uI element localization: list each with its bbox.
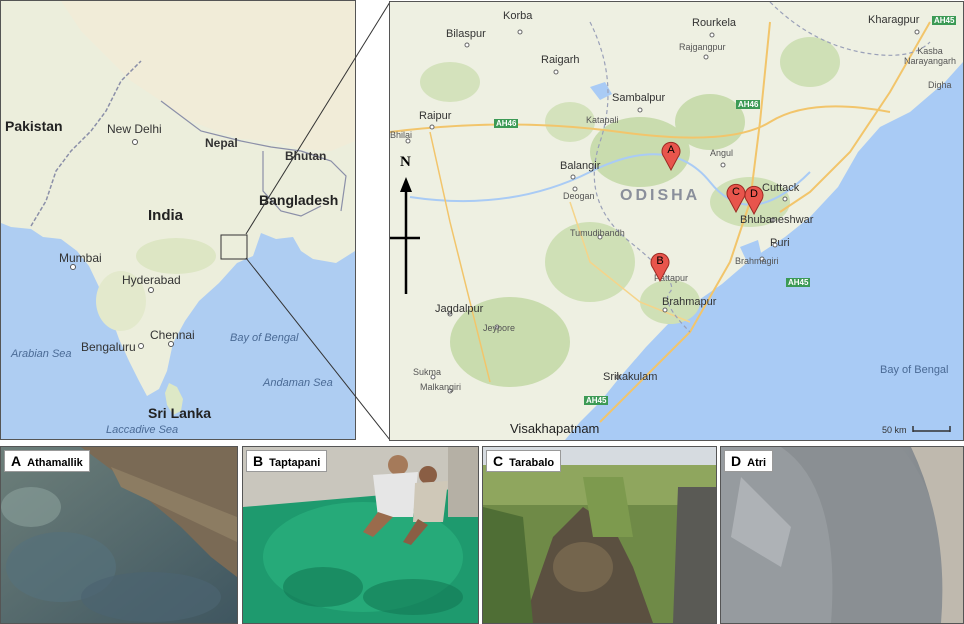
overview-map[interactable]: Pakistan India Nepal Bhutan Bangladesh S… — [0, 0, 356, 440]
country-label-bangladesh: Bangladesh — [259, 192, 339, 208]
country-label-nepal: Nepal — [205, 136, 238, 150]
city-label: Sukma — [413, 367, 442, 377]
city-label: Bhilai — [390, 130, 413, 140]
city-label-chennai: Chennai — [150, 328, 195, 342]
country-label-india: India — [148, 207, 184, 224]
city-label: Digha — [928, 80, 952, 90]
city-label: Kasba Narayangarh — [903, 46, 957, 66]
city-label: Brahmapur — [662, 296, 717, 308]
map-marker-c[interactable]: C — [726, 183, 746, 214]
sea-label-bay-of-bengal: Bay of Bengal — [880, 364, 949, 376]
photo-letter: B — [253, 453, 264, 469]
compass-north-label: N — [400, 154, 411, 170]
photo-site-name: Athamallik — [27, 457, 83, 469]
marker-letter: C — [732, 186, 740, 198]
city-label: Balangir — [560, 160, 601, 172]
detail-map[interactable]: AH45 AH46 AH46 AH45 AH45 ODISHA Korba Ro… — [389, 1, 964, 441]
city-label: Srikakulam — [603, 371, 658, 383]
city-label: Jagdalpur — [435, 303, 484, 315]
city-label: Angul — [710, 148, 734, 158]
country-label-sri-lanka: Sri Lanka — [148, 405, 212, 421]
sea-label-andaman: Andaman Sea — [263, 377, 333, 389]
highway-shield: AH45 — [584, 396, 609, 405]
map-marker-b[interactable]: B — [650, 252, 670, 283]
country-label-bhutan: Bhutan — [285, 149, 327, 163]
photo-letter: D — [731, 453, 742, 469]
city-label-mumbai: Mumbai — [59, 251, 102, 265]
state-label: ODISHA — [620, 187, 701, 204]
detail-map-canvas — [390, 2, 963, 440]
marker-letter: B — [656, 255, 664, 267]
photo-site-name: Tarabalo — [509, 457, 555, 469]
photo-letter: A — [11, 453, 22, 469]
photo-d: D Atri — [720, 446, 964, 624]
city-label-hyderabad: Hyderabad — [122, 273, 181, 287]
photo-c-image — [483, 447, 716, 623]
photo-b: B Taptapani — [242, 446, 479, 624]
city-label-bengaluru: Bengaluru — [81, 340, 136, 354]
city-label: Cuttack — [762, 182, 800, 194]
highway-shield: AH46 — [494, 119, 519, 128]
city-label: Puri — [770, 237, 790, 249]
highway-shield: AH45 — [932, 16, 957, 25]
city-label: Jeypore — [483, 323, 516, 333]
photo-c: C Tarabalo — [482, 446, 717, 624]
sea-label-laccadive: Laccadive Sea — [106, 424, 179, 436]
photo-b-image — [243, 447, 478, 623]
marker-letter: A — [667, 144, 675, 156]
photo-label-b: B Taptapani — [246, 450, 328, 472]
city-label: Sambalpur — [612, 92, 666, 104]
city-label: Tumudibandh — [570, 228, 625, 238]
city-label: Visakhapatnam — [510, 421, 600, 436]
city-label: Katapali — [586, 115, 619, 125]
photo-label-a: A Athamallik — [4, 450, 90, 472]
city-label: Brahmagiri — [735, 256, 779, 266]
photo-a-image — [1, 447, 237, 623]
city-label: Bhubaneshwar — [740, 214, 814, 226]
sea-label-bay-of-bengal: Bay of Bengal — [230, 332, 299, 344]
scale-label: 50 km — [882, 425, 907, 435]
city-label: Rourkela — [692, 17, 737, 29]
city-label: Kharagpur — [868, 14, 920, 26]
map-marker-d[interactable]: D — [744, 185, 764, 216]
city-label: Raigarh — [541, 54, 580, 66]
city-label: Malkangiri — [420, 382, 462, 392]
city-label: Raipur — [419, 110, 452, 122]
city-label: Deogan — [563, 191, 595, 201]
photo-label-c: C Tarabalo — [486, 450, 562, 472]
photo-a: A Athamallik — [0, 446, 238, 624]
city-label-new-delhi: New Delhi — [107, 122, 162, 136]
photo-site-name: Taptapani — [269, 457, 321, 469]
highway-shield: AH46 — [736, 100, 761, 109]
highway-shield: AH45 — [786, 278, 811, 287]
photo-label-d: D Atri — [724, 450, 774, 472]
photo-letter: C — [493, 453, 504, 469]
city-label: Bilaspur — [446, 28, 486, 40]
map-marker-a[interactable]: A — [661, 141, 681, 172]
city-label: Korba — [503, 10, 533, 22]
city-label: Rajgangpur — [679, 42, 726, 52]
photo-d-image — [721, 447, 963, 623]
marker-letter: D — [750, 188, 758, 200]
country-label-pakistan: Pakistan — [5, 118, 63, 134]
photo-site-name: Atri — [747, 457, 767, 469]
sea-label-arabian: Arabian Sea — [11, 348, 72, 360]
